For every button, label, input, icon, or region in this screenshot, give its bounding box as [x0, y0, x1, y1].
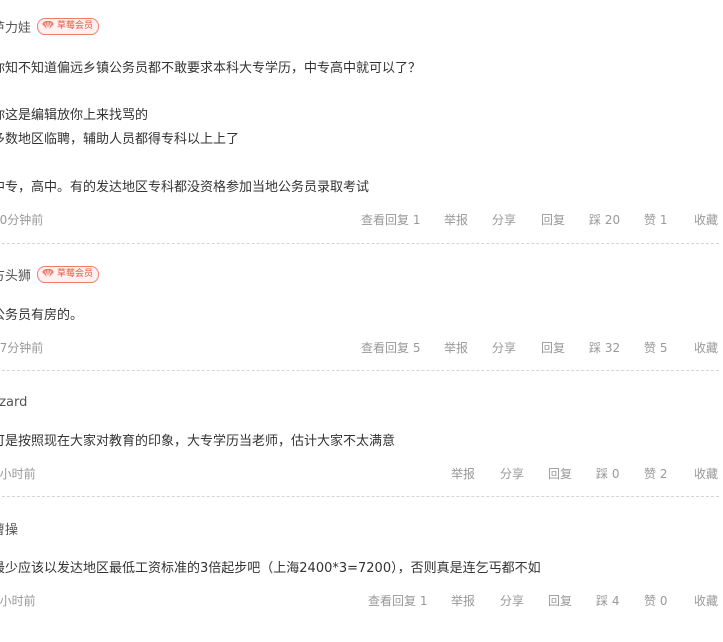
fan-icon [42, 269, 55, 279]
comment-header: 曹操 [0, 518, 18, 538]
comment-header: 方头狮 草莓会员 [0, 264, 100, 284]
collect-link[interactable]: 收藏 [694, 464, 718, 484]
reply-link[interactable]: 回复 [548, 464, 572, 484]
comment-time: 1小时前 [0, 594, 36, 608]
dislike-button[interactable]: 踩 4 [596, 591, 619, 611]
reply-link[interactable]: 回复 [541, 210, 565, 230]
username[interactable]: 芦力娃 [0, 17, 31, 36]
comment-meta: 57分钟前 查看回复 5 举报 分享 回复 踩 32 赞 5 收藏 [0, 338, 723, 358]
username[interactable]: 曹操 [0, 519, 18, 538]
report-link[interactable]: 举报 [444, 210, 468, 230]
comment-text: 最少应该以发达地区最低工资标准的3倍起步吧（上海2400*3=7200），否则真… [0, 561, 541, 576]
collect-link[interactable]: 收藏 [694, 338, 718, 358]
divider [0, 370, 719, 371]
like-button[interactable]: 赞 2 [644, 464, 667, 484]
like-button[interactable]: 赞 5 [644, 338, 667, 358]
username[interactable]: lizard [0, 395, 27, 410]
reply-link[interactable]: 回复 [548, 591, 572, 611]
comment-header: lizard [0, 392, 27, 412]
vip-badge[interactable]: 草莓会员 [37, 17, 100, 35]
report-link[interactable]: 举报 [451, 464, 475, 484]
comment-meta: 1小时前 查看回复 1 举报 分享 回复 踩 4 赞 0 收藏 [0, 591, 723, 611]
share-link[interactable]: 分享 [500, 464, 524, 484]
like-button[interactable]: 赞 0 [644, 591, 667, 611]
report-link[interactable]: 举报 [451, 591, 475, 611]
dislike-button[interactable]: 踩 32 [589, 338, 620, 358]
vip-badge-label: 草莓会员 [57, 20, 94, 31]
divider [0, 243, 719, 244]
comment-meta: 1小时前 举报 分享 回复 踩 0 赞 2 收藏 [0, 464, 723, 484]
comment-time: 1小时前 [0, 467, 36, 481]
collect-link[interactable]: 收藏 [694, 210, 718, 230]
comment-meta: 50分钟前 查看回复 1 举报 分享 回复 踩 20 赞 1 收藏 [0, 210, 723, 230]
comment-text: 你这是编辑放你上来找骂的 [0, 108, 149, 123]
view-replies-link[interactable]: 查看回复 1 [361, 210, 420, 230]
divider [0, 496, 719, 497]
comment-text: 中专，高中。有的发达地区专科都没资格参加当地公务员录取考试 [0, 180, 370, 195]
fan-icon [42, 21, 55, 31]
comment-text: 多数地区临聘，辅助人员都得专科以上上了 [0, 132, 240, 147]
like-button[interactable]: 赞 1 [644, 210, 667, 230]
dislike-button[interactable]: 踩 20 [589, 210, 620, 230]
view-replies-link[interactable]: 查看回复 1 [368, 591, 427, 611]
share-link[interactable]: 分享 [500, 591, 524, 611]
collect-link[interactable]: 收藏 [694, 591, 718, 611]
vip-badge[interactable]: 草莓会员 [37, 265, 100, 283]
comment-text: 可是按照现在大家对教育的印象，大专学历当老师，估计大家不太满意 [0, 434, 396, 449]
vip-badge-label: 草莓会员 [57, 268, 94, 279]
comment-text: 公务员有房的。 [0, 308, 84, 323]
username[interactable]: 方头狮 [0, 265, 31, 284]
share-link[interactable]: 分享 [492, 210, 516, 230]
comment-text: 你知不知道偏远乡镇公务员都不敢要求本科大专学历，中专高中就可以了？ [0, 61, 422, 76]
reply-link[interactable]: 回复 [541, 338, 565, 358]
comment-header: 芦力娃 草莓会员 [0, 16, 100, 36]
view-replies-link[interactable]: 查看回复 5 [361, 338, 420, 358]
comment-time: 57分钟前 [0, 341, 44, 355]
share-link[interactable]: 分享 [492, 338, 516, 358]
dislike-button[interactable]: 踩 0 [596, 464, 619, 484]
report-link[interactable]: 举报 [444, 338, 468, 358]
comment-time: 50分钟前 [0, 213, 44, 227]
